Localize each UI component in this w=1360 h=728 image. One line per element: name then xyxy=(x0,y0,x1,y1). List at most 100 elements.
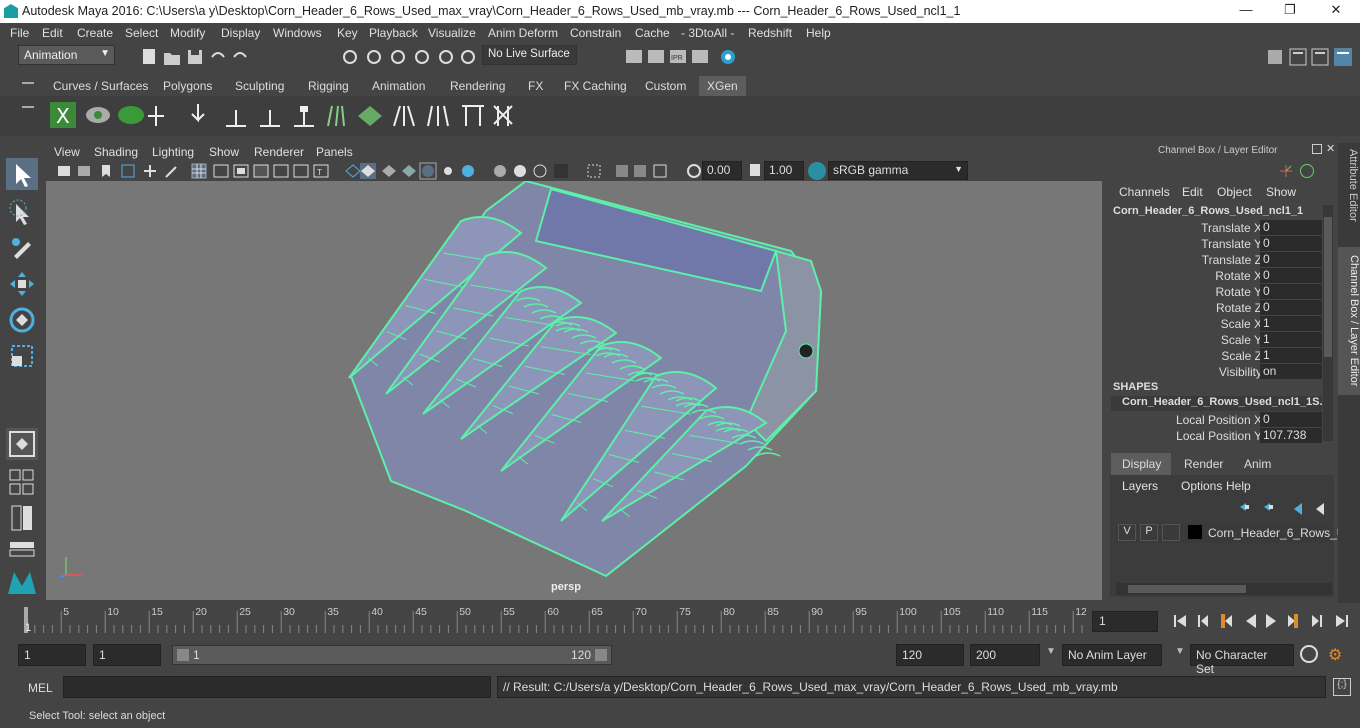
character-set-dropdown[interactable]: No Character Set xyxy=(1190,644,1294,676)
tab-rigging[interactable]: Rigging xyxy=(300,76,357,96)
animation-preferences-icon[interactable]: ⚙ xyxy=(1328,645,1346,664)
live-surface-field[interactable]: No Live Surface xyxy=(482,45,577,65)
attr-scale-z[interactable]: Scale Z1 xyxy=(1106,348,1322,364)
range-start-handle[interactable] xyxy=(177,649,189,661)
menu-playback[interactable]: Playback xyxy=(369,26,418,40)
script-editor-icon[interactable]: {;} xyxy=(1333,678,1351,696)
layer-tab-render[interactable]: Render xyxy=(1184,457,1223,471)
layer-menu-layers[interactable]: Layers xyxy=(1122,479,1158,493)
tab-animation[interactable]: Animation xyxy=(364,76,433,96)
layout-four-pane-icon[interactable] xyxy=(6,464,38,496)
attr-scale-x[interactable]: Scale X1 xyxy=(1106,316,1322,332)
tab-fx[interactable]: FX xyxy=(520,76,551,96)
tab-custom[interactable]: Custom xyxy=(637,76,694,96)
layer-menu-help[interactable]: Help xyxy=(1226,479,1251,493)
menu-anim-deform[interactable]: Anim Deform xyxy=(488,26,558,40)
rotate-tool-icon[interactable] xyxy=(6,304,38,336)
cb-menu-channels[interactable]: Channels xyxy=(1119,185,1170,199)
attr-visibility[interactable]: Visibility on xyxy=(1106,364,1322,380)
attr-translate-z[interactable]: Translate Z0 xyxy=(1106,252,1322,268)
lasso-tool-icon[interactable] xyxy=(6,196,38,228)
gamma-field[interactable]: 1.00 xyxy=(764,161,804,180)
attr-local-position-x[interactable]: Local Position X0 xyxy=(1106,412,1322,428)
layer-tab-display[interactable]: Display xyxy=(1111,453,1171,475)
attr-translate-x[interactable]: Translate X0 xyxy=(1106,220,1322,236)
close-panel-icon[interactable]: ✕ xyxy=(1326,142,1335,155)
viewport-menu-shading[interactable]: Shading xyxy=(94,145,138,159)
move-tool-icon[interactable] xyxy=(6,268,38,300)
paint-select-tool-icon[interactable] xyxy=(6,232,38,264)
color-management-icon[interactable] xyxy=(808,162,826,180)
maya-home-icon[interactable] xyxy=(6,564,38,596)
channel-box-sync-icon[interactable] xyxy=(1300,164,1314,178)
current-frame-field[interactable]: 1 xyxy=(1092,611,1158,632)
viewport-menu-show[interactable]: Show xyxy=(209,145,239,159)
scrollbar-thumb[interactable] xyxy=(1324,217,1332,357)
menu-redshift[interactable]: Redshift xyxy=(748,26,792,40)
cb-menu-object[interactable]: Object xyxy=(1217,185,1252,199)
layer-color-swatch[interactable] xyxy=(1188,525,1202,539)
layout-single-pane-icon[interactable] xyxy=(6,428,38,460)
tab-xgen[interactable]: XGen xyxy=(699,76,746,96)
attr-scale-y[interactable]: Scale Y1 xyxy=(1106,332,1322,348)
minimize-button[interactable]: — xyxy=(1236,2,1256,20)
viewport-menu-lighting[interactable]: Lighting xyxy=(152,145,194,159)
layout-side-by-side-icon[interactable] xyxy=(6,502,38,534)
channel-box-transform-icon[interactable] xyxy=(1278,163,1294,179)
layer-playback-toggle[interactable]: P xyxy=(1140,524,1158,541)
tab-polygons[interactable]: Polygons xyxy=(155,76,220,96)
menu-windows[interactable]: Windows xyxy=(273,26,322,40)
layer-tab-anim[interactable]: Anim xyxy=(1244,457,1271,471)
channel-box-scrollbar[interactable] xyxy=(1323,205,1333,441)
scrollbar-thumb[interactable] xyxy=(1128,585,1246,593)
layer-menu-options[interactable]: Options xyxy=(1181,479,1222,493)
attr-rotate-z[interactable]: Rotate Z0 xyxy=(1106,300,1322,316)
tab-curves-surfaces[interactable]: Curves / Surfaces xyxy=(45,76,156,96)
script-language-label[interactable]: MEL xyxy=(28,681,53,695)
layer-row[interactable]: V P Corn_Header_6_Rows_U xyxy=(1116,523,1345,543)
exposure-field[interactable]: 0.00 xyxy=(702,161,742,180)
viewport-menu-renderer[interactable]: Renderer xyxy=(254,145,304,159)
menu-file[interactable]: File xyxy=(10,26,29,40)
view-transform-dropdown[interactable]: sRGB gamma ▼ xyxy=(828,161,968,180)
menu-modify[interactable]: Modify xyxy=(170,26,205,40)
attribute-editor-tab[interactable]: Attribute Editor xyxy=(1339,149,1359,241)
chevron-down-icon[interactable]: ▼ xyxy=(1046,646,1056,657)
tab-sculpting[interactable]: Sculpting xyxy=(227,76,292,96)
layer-name[interactable]: Corn_Header_6_Rows_U xyxy=(1208,526,1345,540)
channel-box-tab[interactable]: Channel Box / Layer Editor xyxy=(1338,247,1360,395)
float-panel-icon[interactable] xyxy=(1312,144,1322,154)
playback-start-field[interactable]: 1 xyxy=(93,644,161,666)
layer-display-type[interactable] xyxy=(1162,524,1180,541)
auto-key-icon[interactable] xyxy=(1300,645,1318,663)
cb-menu-show[interactable]: Show xyxy=(1266,185,1296,199)
menu-create[interactable]: Create xyxy=(77,26,113,40)
viewport-menu-view[interactable]: View xyxy=(54,145,80,159)
menu-key[interactable]: Key xyxy=(337,26,358,40)
menu-display[interactable]: Display xyxy=(221,26,260,40)
attr-local-position-y[interactable]: Local Position Y 107.738 xyxy=(1106,428,1322,444)
scale-tool-icon[interactable] xyxy=(6,340,38,372)
perspective-viewport[interactable]: persp xyxy=(46,181,1102,600)
shelf-options-icon[interactable] xyxy=(22,106,34,108)
close-button[interactable]: ✕ xyxy=(1326,2,1346,20)
shape-node-name[interactable]: Corn_Header_6_Rows_Used_ncl1_1S... xyxy=(1111,396,1322,411)
playback-end-field[interactable]: 120 xyxy=(896,644,964,666)
range-end-handle[interactable] xyxy=(595,649,607,661)
layer-visibility-toggle[interactable]: V xyxy=(1118,524,1136,541)
tab-rendering[interactable]: Rendering xyxy=(442,76,513,96)
attr-translate-y[interactable]: Translate Y0 xyxy=(1106,236,1322,252)
attr-rotate-x[interactable]: Rotate X0 xyxy=(1106,268,1322,284)
menu-cache[interactable]: Cache xyxy=(635,26,670,40)
tab-fx-caching[interactable]: FX Caching xyxy=(556,76,635,96)
viewport-menu-panels[interactable]: Panels xyxy=(316,145,353,159)
time-slider-track[interactable]: 15 10 15 20 25 30 35 40 45 50 55 60 65 70 75 80 85 90 95 10… xyxy=(18,603,1086,637)
layer-hscrollbar[interactable] xyxy=(1116,583,1332,595)
anim-layer-dropdown[interactable]: No Anim Layer xyxy=(1062,644,1162,666)
animation-end-field[interactable]: 200 xyxy=(970,644,1040,666)
cb-menu-edit[interactable]: Edit xyxy=(1182,185,1203,199)
menu-help[interactable]: Help xyxy=(806,26,831,40)
shelf-menu-icon[interactable] xyxy=(22,82,34,84)
menu-edit[interactable]: Edit xyxy=(42,26,63,40)
range-slider-bar[interactable]: 1 120 xyxy=(172,645,612,665)
